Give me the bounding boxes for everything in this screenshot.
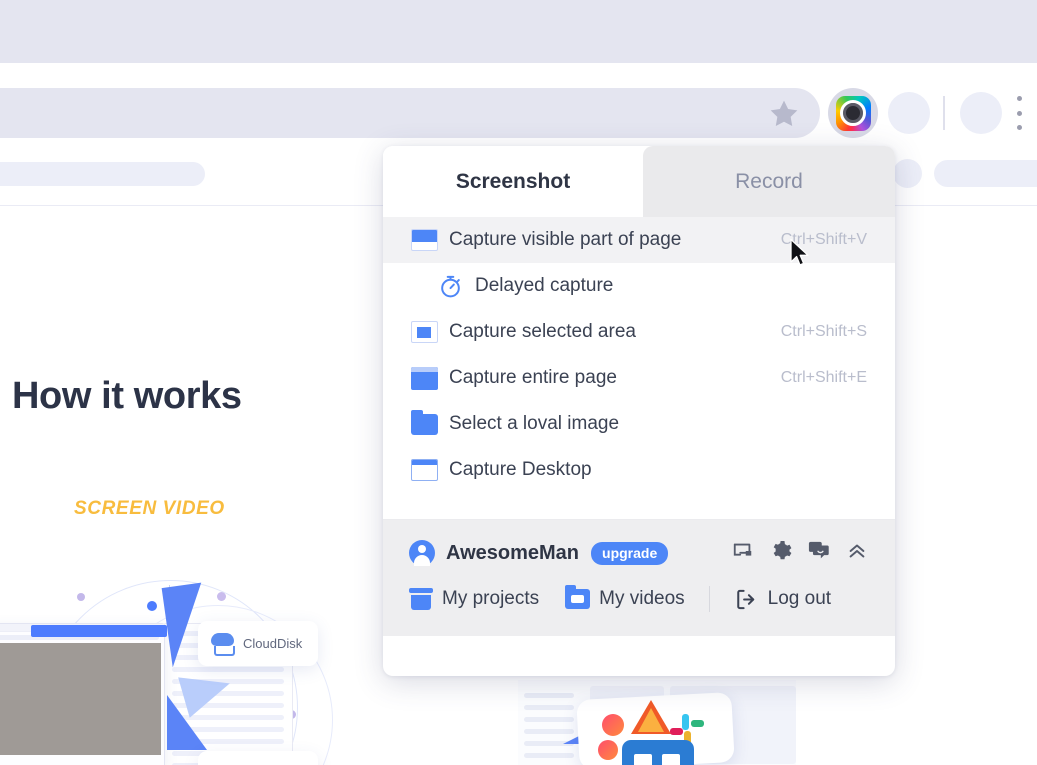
menu-item-label: Delayed capture: [475, 275, 614, 296]
clouddisk-card: CloudDisk: [198, 621, 318, 666]
account-row: AwesomeMan upgrade: [409, 536, 869, 570]
menu-item-shortcut: Ctrl+Shift+E: [780, 369, 867, 386]
screenshot-extension-icon[interactable]: [828, 88, 878, 138]
menu-item-label: Capture visible part of page: [449, 229, 682, 250]
menu-item-label: Capture entire page: [449, 367, 617, 388]
logout-icon: [734, 588, 759, 611]
popup-footer: AwesomeMan upgrade My projects My videos…: [383, 520, 895, 636]
illustration-card-secondary: [198, 751, 318, 765]
decorative-dot: [217, 592, 226, 601]
address-bar[interactable]: [0, 88, 820, 138]
illustration-accent-bar: [31, 625, 167, 637]
menu-item-capture-visible[interactable]: Capture visible part of page Ctrl+Shift+…: [383, 217, 895, 263]
navbar-logo-placeholder: [0, 162, 205, 186]
menu-item-shortcut: Ctrl+Shift+S: [780, 323, 867, 340]
menu-item-label: Capture Desktop: [449, 459, 592, 480]
menu-item-select-local-image[interactable]: Select a loval image: [383, 401, 895, 447]
tab-screenshot-label: Screenshot: [455, 169, 571, 193]
username-label: AwesomeMan: [446, 541, 580, 564]
link-log-out[interactable]: Log out: [734, 588, 831, 611]
desktop-window-icon: [409, 459, 439, 481]
bookmark-star-icon[interactable]: [767, 97, 801, 131]
menu-spacer: [383, 493, 895, 519]
link-label: Log out: [767, 588, 832, 609]
footer-separator: [708, 586, 710, 612]
screen: How it works SCREEN VIDEO CloudDisk Reco…: [0, 0, 1037, 765]
integrations-illustration: [518, 672, 796, 765]
extension-popup: Record Screenshot Capture visible part o…: [383, 146, 895, 676]
footer-tool-icons: [731, 539, 869, 568]
toolbar-circle-button[interactable]: [888, 92, 930, 134]
clouddisk-label: CloudDisk: [243, 636, 303, 651]
link-my-videos[interactable]: My videos: [565, 585, 685, 610]
tab-record[interactable]: Record: [643, 146, 895, 217]
menu-item-label: Select a loval image: [449, 413, 620, 434]
cloud-icon: [209, 632, 236, 656]
user-avatar-icon: [409, 540, 435, 566]
tab-screenshot[interactable]: Screenshot: [383, 146, 643, 217]
extension-lens-glyph: [835, 95, 871, 131]
capture-visible-icon: [409, 229, 439, 251]
gitlab-logo-inner: [638, 708, 664, 732]
illustration-list-column: [520, 686, 578, 765]
feedback-chat-icon[interactable]: [807, 540, 831, 567]
menu-item-label: Capture selected area: [449, 321, 636, 342]
screen-cast-icon[interactable]: [731, 540, 755, 567]
projects-box-icon: [409, 588, 433, 610]
folder-icon: [409, 409, 439, 435]
videos-folder-icon: [565, 585, 591, 609]
popup-menu-list: Capture visible part of page Ctrl+Shift+…: [383, 217, 895, 519]
gear-icon[interactable]: [769, 539, 793, 568]
decorative-dot: [147, 601, 157, 611]
double-chevron-up-icon[interactable]: [845, 540, 869, 567]
how-it-works-illustration: CloudDisk: [0, 555, 395, 765]
mouse-cursor: [789, 238, 811, 268]
navbar-icon-placeholder[interactable]: [893, 159, 922, 188]
decorative-circle: [598, 740, 618, 760]
menu-item-capture-desktop[interactable]: Capture Desktop: [383, 447, 895, 493]
decorative-dot: [77, 593, 85, 601]
profile-avatar-icon[interactable]: [960, 92, 1002, 134]
menu-item-delayed-capture[interactable]: Delayed capture: [383, 263, 895, 309]
three-dot-menu-icon[interactable]: [1016, 96, 1022, 130]
illustration-browser-window: [0, 623, 165, 765]
link-label: My projects: [442, 588, 540, 609]
menu-item-capture-selected-area[interactable]: Capture selected area Ctrl+Shift+S: [383, 309, 895, 355]
page-title: How it works: [12, 375, 242, 417]
footer-links-row: My projects My videos Log out: [409, 582, 869, 616]
capture-selection-icon: [409, 321, 439, 343]
popup-tab-bar: Record Screenshot: [383, 146, 895, 217]
menu-item-capture-entire-page[interactable]: Capture entire page Ctrl+Shift+E: [383, 355, 895, 401]
link-label: My videos: [599, 588, 685, 609]
capture-full-page-icon: [409, 366, 439, 390]
tab-record-label: Record: [735, 169, 803, 193]
browser-tab-strip: [0, 0, 1037, 63]
stopwatch-icon: [435, 274, 465, 299]
upgrade-badge[interactable]: upgrade: [591, 541, 669, 565]
navbar-button-placeholder[interactable]: [934, 160, 1037, 187]
link-my-projects[interactable]: My projects: [409, 588, 539, 610]
app-logo-icon: [622, 740, 694, 765]
toolbar-divider: [943, 96, 945, 130]
decorative-circle: [602, 714, 624, 736]
page-subtitle: SCREEN VIDEO: [74, 498, 225, 519]
